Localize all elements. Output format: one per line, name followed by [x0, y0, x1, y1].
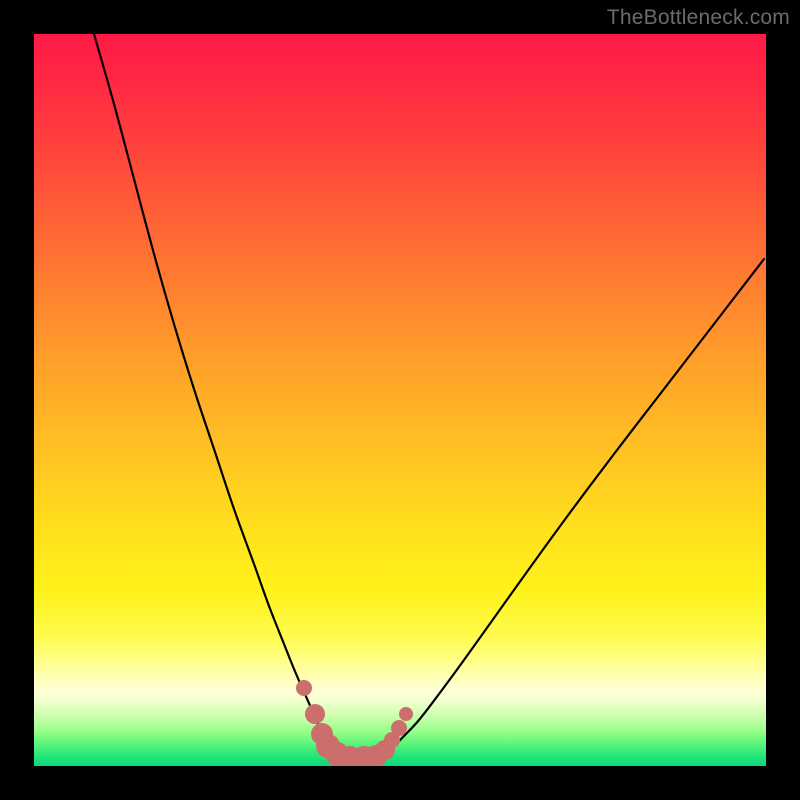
plot-area	[34, 34, 766, 766]
watermark-text: TheBottleneck.com	[607, 6, 790, 30]
chart-frame: TheBottleneck.com	[0, 0, 800, 800]
